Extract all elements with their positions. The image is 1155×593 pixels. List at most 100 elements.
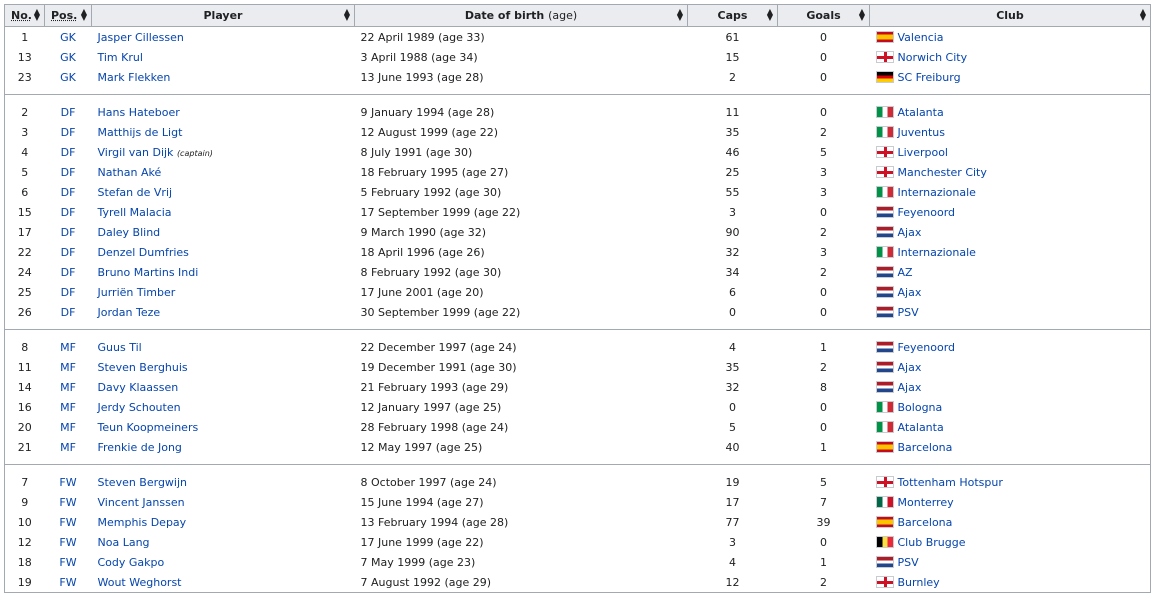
position-link[interactable]: MF bbox=[45, 377, 92, 397]
position-link[interactable]: DF bbox=[45, 102, 92, 122]
club-link[interactable]: Manchester City bbox=[898, 166, 987, 179]
position-link[interactable]: FW bbox=[45, 532, 92, 552]
flag-en-icon[interactable] bbox=[875, 145, 894, 158]
position-link[interactable]: FW bbox=[45, 492, 92, 512]
club-link[interactable]: Club Brugge bbox=[898, 536, 966, 549]
column-header-club[interactable]: Club ▲ ▼ bbox=[869, 4, 1151, 27]
position-link[interactable]: GK bbox=[45, 27, 92, 48]
player-link[interactable]: Jerdy Schouten bbox=[98, 401, 181, 414]
club-link[interactable]: SC Freiburg bbox=[898, 71, 961, 84]
position-link[interactable]: MF bbox=[45, 397, 92, 417]
player-link[interactable]: Cody Gakpo bbox=[98, 556, 165, 569]
club-link[interactable]: Juventus bbox=[898, 126, 945, 139]
column-header-pos[interactable]: Pos. ▲ ▼ bbox=[44, 4, 92, 27]
sort-icon[interactable]: ▲ ▼ bbox=[344, 8, 350, 22]
flag-en-icon[interactable] bbox=[875, 50, 894, 63]
flag-en-icon[interactable] bbox=[875, 475, 894, 488]
position-link[interactable]: DF bbox=[45, 142, 92, 162]
club-link[interactable]: Liverpool bbox=[898, 146, 948, 159]
flag-it-icon[interactable] bbox=[875, 125, 894, 138]
flag-es-icon[interactable] bbox=[875, 515, 894, 528]
player-link[interactable]: Memphis Depay bbox=[98, 516, 187, 529]
flag-nl-icon[interactable] bbox=[875, 285, 894, 298]
position-link[interactable]: DF bbox=[45, 202, 92, 222]
column-header-player[interactable]: Player ▲ ▼ bbox=[91, 4, 355, 27]
flag-nl-icon[interactable] bbox=[875, 265, 894, 278]
club-link[interactable]: Barcelona bbox=[898, 441, 953, 454]
player-link[interactable]: Noa Lang bbox=[98, 536, 150, 549]
player-link[interactable]: Matthijs de Ligt bbox=[98, 126, 183, 139]
club-link[interactable]: Barcelona bbox=[898, 516, 953, 529]
sort-icon[interactable]: ▲ ▼ bbox=[677, 8, 683, 22]
club-link[interactable]: Ajax bbox=[898, 286, 922, 299]
sort-icon[interactable]: ▲ ▼ bbox=[767, 8, 773, 22]
flag-es-icon[interactable] bbox=[875, 30, 894, 43]
flag-en-icon[interactable] bbox=[875, 165, 894, 178]
player-link[interactable]: Teun Koopmeiners bbox=[98, 421, 199, 434]
sort-icon[interactable]: ▲ ▼ bbox=[859, 8, 865, 22]
position-link[interactable]: DF bbox=[45, 242, 92, 262]
player-link[interactable]: Vincent Janssen bbox=[98, 496, 185, 509]
player-link[interactable]: Jordan Teze bbox=[98, 306, 161, 319]
flag-en-icon[interactable] bbox=[875, 575, 894, 588]
column-header-goals[interactable]: Goals ▲ ▼ bbox=[777, 4, 870, 27]
player-link[interactable]: Steven Bergwijn bbox=[98, 476, 188, 489]
flag-es-icon[interactable] bbox=[875, 440, 894, 453]
club-link[interactable]: PSV bbox=[898, 306, 919, 319]
flag-nl-icon[interactable] bbox=[875, 555, 894, 568]
position-link[interactable]: GK bbox=[45, 47, 92, 67]
position-link[interactable]: FW bbox=[45, 572, 92, 593]
flag-be-icon[interactable] bbox=[875, 535, 894, 548]
position-link[interactable]: FW bbox=[45, 552, 92, 572]
position-link[interactable]: MF bbox=[45, 357, 92, 377]
club-link[interactable]: PSV bbox=[898, 556, 919, 569]
club-link[interactable]: Ajax bbox=[898, 361, 922, 374]
player-link[interactable]: Tyrell Malacia bbox=[98, 206, 172, 219]
player-link[interactable]: Bruno Martins Indi bbox=[98, 266, 199, 279]
sort-icon[interactable]: ▲ ▼ bbox=[34, 8, 40, 22]
position-link[interactable]: FW bbox=[45, 512, 92, 532]
position-link[interactable]: DF bbox=[45, 302, 92, 322]
club-link[interactable]: Tottenham Hotspur bbox=[898, 476, 1003, 489]
position-link[interactable]: GK bbox=[45, 67, 92, 87]
player-link[interactable]: Steven Berghuis bbox=[98, 361, 188, 374]
flag-nl-icon[interactable] bbox=[875, 205, 894, 218]
player-link[interactable]: Mark Flekken bbox=[98, 71, 171, 84]
player-link[interactable]: Tim Krul bbox=[98, 51, 143, 64]
flag-it-icon[interactable] bbox=[875, 105, 894, 118]
flag-nl-icon[interactable] bbox=[875, 380, 894, 393]
player-link[interactable]: Wout Weghorst bbox=[98, 576, 182, 589]
club-link[interactable]: Feyenoord bbox=[898, 206, 956, 219]
club-link[interactable]: Ajax bbox=[898, 226, 922, 239]
position-link[interactable]: DF bbox=[45, 222, 92, 242]
flag-nl-icon[interactable] bbox=[875, 360, 894, 373]
sort-icon[interactable]: ▲ ▼ bbox=[1140, 8, 1146, 22]
club-link[interactable]: Norwich City bbox=[898, 51, 968, 64]
player-link[interactable]: Jasper Cillessen bbox=[98, 31, 184, 44]
club-link[interactable]: Internazionale bbox=[898, 246, 976, 259]
position-link[interactable]: DF bbox=[45, 262, 92, 282]
position-link[interactable]: DF bbox=[45, 162, 92, 182]
position-link[interactable]: MF bbox=[45, 337, 92, 357]
player-link[interactable]: Daley Blind bbox=[98, 226, 161, 239]
sort-icon[interactable]: ▲ ▼ bbox=[81, 8, 87, 22]
column-header-no[interactable]: No. ▲ ▼ bbox=[4, 4, 45, 27]
position-link[interactable]: FW bbox=[45, 472, 92, 492]
position-link[interactable]: DF bbox=[45, 122, 92, 142]
flag-it-icon[interactable] bbox=[875, 245, 894, 258]
flag-nl-icon[interactable] bbox=[875, 340, 894, 353]
club-link[interactable]: Valencia bbox=[898, 31, 944, 44]
position-link[interactable]: MF bbox=[45, 417, 92, 437]
club-link[interactable]: Atalanta bbox=[898, 106, 944, 119]
flag-it-icon[interactable] bbox=[875, 420, 894, 433]
flag-nl-icon[interactable] bbox=[875, 225, 894, 238]
player-link[interactable]: Virgil van Dijk bbox=[98, 146, 174, 159]
flag-mx-icon[interactable] bbox=[875, 495, 894, 508]
club-link[interactable]: Ajax bbox=[898, 381, 922, 394]
club-link[interactable]: Burnley bbox=[898, 576, 940, 589]
flag-it-icon[interactable] bbox=[875, 400, 894, 413]
player-link[interactable]: Frenkie de Jong bbox=[98, 441, 182, 454]
flag-nl-icon[interactable] bbox=[875, 305, 894, 318]
club-link[interactable]: Internazionale bbox=[898, 186, 976, 199]
position-link[interactable]: DF bbox=[45, 282, 92, 302]
